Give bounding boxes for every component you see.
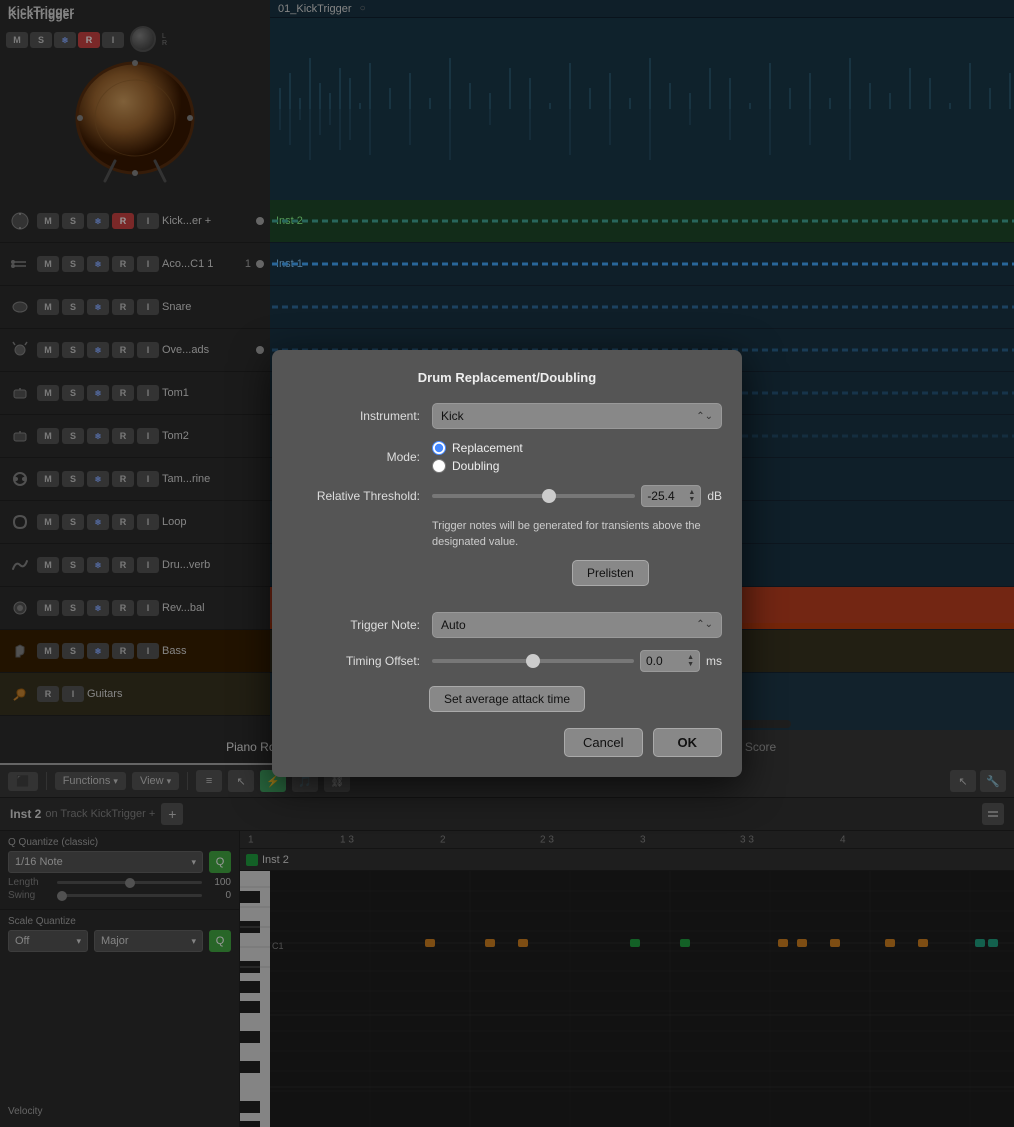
timing-down-arrow[interactable]: ▼ <box>687 661 694 668</box>
threshold-arrows[interactable]: ▲ ▼ <box>688 489 695 503</box>
threshold-value: -25.4 <box>647 489 674 503</box>
threshold-unit: dB <box>707 489 722 503</box>
timing-offset-row: Timing Offset: 0.0 ▲ ▼ ms <box>292 650 722 672</box>
timing-offset-label: Timing Offset: <box>292 654 432 668</box>
timing-spinner[interactable]: 0.0 ▲ ▼ <box>640 650 700 672</box>
threshold-slider-container: -25.4 ▲ ▼ dB <box>432 485 722 507</box>
prelisten-button[interactable]: Prelisten <box>572 560 649 586</box>
threshold-help-text: Trigger notes will be generated for tran… <box>432 519 722 550</box>
threshold-label: Relative Threshold: <box>292 489 432 503</box>
instrument-control: Kick ⌃⌄ <box>432 403 722 429</box>
mode-row: Mode: Replacement Doubling <box>292 441 722 473</box>
cancel-button[interactable]: Cancel <box>564 728 642 757</box>
timing-up-arrow[interactable]: ▲ <box>687 654 694 661</box>
trigger-note-row: Trigger Note: Auto ⌃⌄ <box>292 612 722 638</box>
trigger-note-label: Trigger Note: <box>292 618 432 632</box>
trigger-note-value: Auto <box>441 618 466 632</box>
trigger-note-control: Auto ⌃⌄ <box>432 612 722 638</box>
mode-replacement-label: Replacement <box>452 441 523 455</box>
ok-button[interactable]: OK <box>653 728 723 757</box>
timing-unit: ms <box>706 654 722 668</box>
set-attack-container: Set average attack time <box>292 686 722 712</box>
prelisten-container: Prelisten <box>432 560 722 598</box>
modal-title: Drum Replacement/Doubling <box>292 370 722 385</box>
trigger-note-arrow: ⌃⌄ <box>696 619 713 630</box>
mode-replacement-radio[interactable] <box>432 441 446 455</box>
timing-value: 0.0 <box>646 654 663 668</box>
mode-doubling-option[interactable]: Doubling <box>432 459 722 473</box>
mode-doubling-radio[interactable] <box>432 459 446 473</box>
timing-slider[interactable] <box>432 659 634 663</box>
threshold-row: Relative Threshold: -25.4 ▲ ▼ dB <box>292 485 722 507</box>
instrument-select-arrow: ⌃⌄ <box>696 411 713 422</box>
timing-arrows[interactable]: ▲ ▼ <box>687 654 694 668</box>
modal-action-buttons: Cancel OK <box>292 728 722 757</box>
timing-slider-container: 0.0 ▲ ▼ ms <box>432 650 722 672</box>
mode-replacement-option[interactable]: Replacement <box>432 441 722 455</box>
instrument-value: Kick <box>441 409 464 423</box>
modal-overlay: Drum Replacement/Doubling Instrument: Ki… <box>0 0 1014 1127</box>
mode-doubling-label: Doubling <box>452 459 499 473</box>
threshold-up-arrow[interactable]: ▲ <box>688 489 695 496</box>
set-attack-button[interactable]: Set average attack time <box>429 686 585 712</box>
instrument-row: Instrument: Kick ⌃⌄ <box>292 403 722 429</box>
mode-control: Replacement Doubling <box>432 441 722 473</box>
threshold-slider[interactable] <box>432 494 635 498</box>
trigger-note-select[interactable]: Auto ⌃⌄ <box>432 612 722 638</box>
instrument-label: Instrument: <box>292 409 432 423</box>
drum-replacement-modal: Drum Replacement/Doubling Instrument: Ki… <box>272 350 742 777</box>
mode-label: Mode: <box>292 450 432 464</box>
threshold-down-arrow[interactable]: ▼ <box>688 496 695 503</box>
threshold-spinner[interactable]: -25.4 ▲ ▼ <box>641 485 701 507</box>
instrument-select[interactable]: Kick ⌃⌄ <box>432 403 722 429</box>
